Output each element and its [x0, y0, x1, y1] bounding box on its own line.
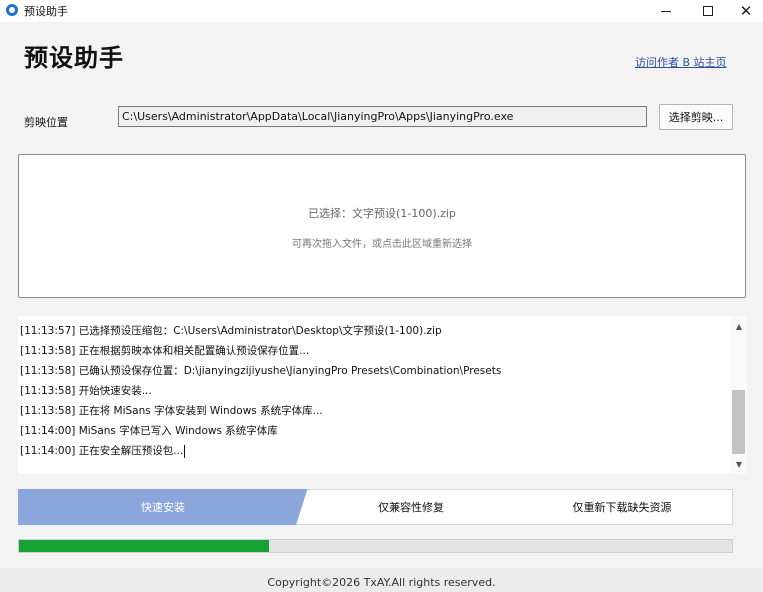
quick-install-button[interactable]: 快速安装	[18, 489, 308, 525]
log-line-last: [11:14:00] 正在安全解压预设包...	[20, 441, 728, 461]
log-list: [11:13:57] 已选择预设压缩包：C:\Users\Administrat…	[20, 321, 728, 461]
jianying-path-field[interactable]	[118, 106, 647, 127]
title-bar: 预设助手 ✕	[0, 0, 763, 22]
jianying-path-label: 剪映位置	[24, 116, 68, 129]
log-line: [11:14:00] MiSans 字体已写入 Windows 系统字体库	[20, 425, 278, 437]
page-title: 预设助手	[24, 44, 124, 72]
maximize-button[interactable]	[688, 0, 728, 22]
log-line: [11:13:58] 开始快速安装...	[20, 385, 152, 397]
scroll-down-icon[interactable]: ▼	[731, 457, 747, 471]
text-caret	[184, 444, 186, 458]
scroll-up-icon[interactable]: ▲	[731, 319, 747, 333]
file-drop-zone[interactable]: 已选择：文字预设(1-100).zip 可再次拖入文件，或点击此区域重新选择	[18, 154, 746, 298]
log-line: [11:13:58] 已确认预设保存位置：D:\jianyingzijiyush…	[20, 365, 502, 377]
install-mode-bar: 快速安装 仅兼容性修复 仅重新下载缺失资源	[18, 489, 733, 525]
progress-bar	[18, 539, 733, 553]
log-line: [11:13:58] 正在将 MiSans 字体安装到 Windows 系统字体…	[20, 405, 323, 417]
scroll-thumb[interactable]	[732, 390, 745, 454]
compat-fix-button[interactable]: 仅兼容性修复	[296, 489, 526, 525]
drop-hint-text: 可再次拖入文件，或点击此区域重新选择	[292, 239, 472, 250]
log-line-text: [11:14:00] 正在安全解压预设包...	[20, 445, 184, 457]
close-icon: ✕	[739, 2, 753, 20]
select-jianying-button[interactable]: 选择剪映...	[659, 104, 733, 130]
minimize-icon	[661, 10, 671, 12]
redownload-resources-button[interactable]: 仅重新下载缺失资源	[512, 489, 733, 525]
progress-fill	[19, 540, 269, 552]
footer-copyright: Copyright©2026 TxAY.All rights reserved.	[0, 568, 763, 592]
close-button[interactable]: ✕	[726, 0, 763, 22]
log-line: [11:13:57] 已选择预设压缩包：C:\Users\Administrat…	[20, 325, 442, 337]
log-line: [11:13:58] 正在根据剪映本体和相关配置确认预设保存位置...	[20, 345, 310, 357]
selected-file-text: 已选择：文字预设(1-100).zip	[308, 207, 456, 220]
author-bilibili-link[interactable]: 访问作者 B 站主页	[635, 54, 727, 70]
minimize-button[interactable]	[646, 0, 686, 22]
maximize-icon	[703, 6, 713, 16]
log-scrollbar[interactable]: ▲ ▼	[731, 316, 747, 474]
app-icon	[6, 4, 18, 16]
window-title: 预设助手	[24, 5, 68, 18]
log-panel[interactable]: [11:13:57] 已选择预设压缩包：C:\Users\Administrat…	[18, 316, 747, 474]
